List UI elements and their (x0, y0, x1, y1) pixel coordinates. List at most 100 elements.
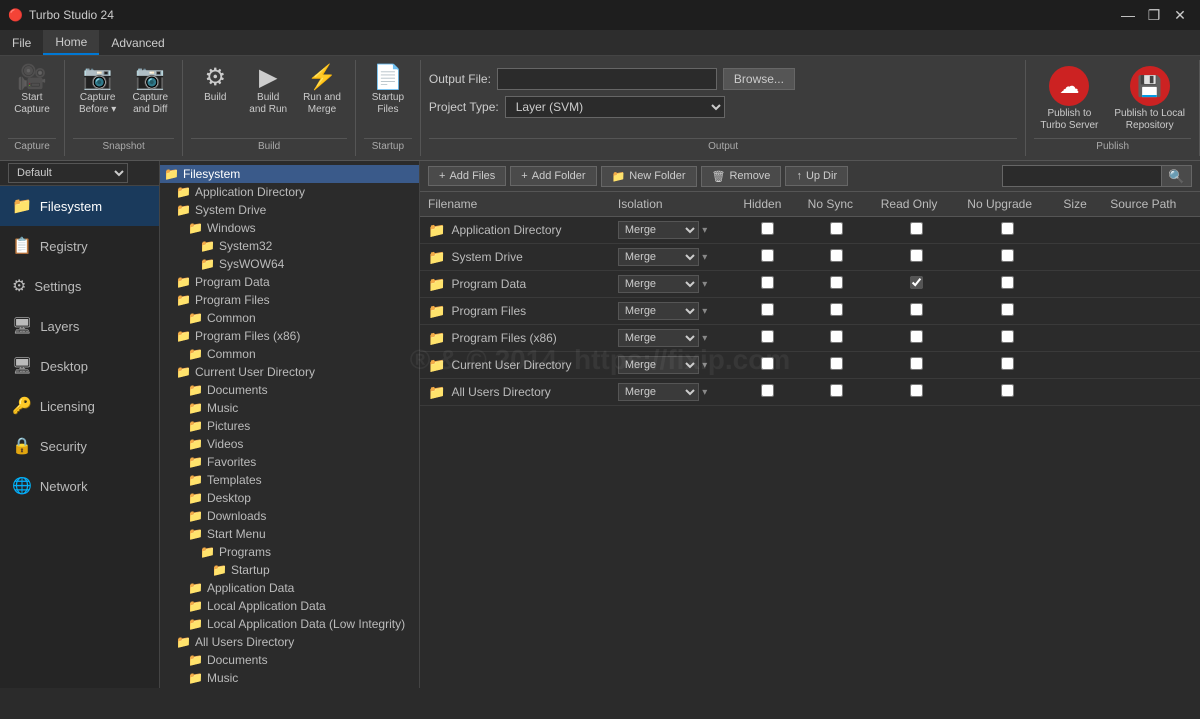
readonly-checkbox[interactable] (910, 222, 923, 235)
tree-item[interactable]: 📁Filesystem (160, 165, 419, 183)
noupgrade-checkbox[interactable] (1001, 249, 1014, 262)
hidden-checkbox[interactable] (761, 303, 774, 316)
isolation-select[interactable]: MergeFullWrite CopyHide (618, 383, 699, 401)
cell-readonly[interactable] (873, 271, 960, 298)
add-files-button[interactable]: + Add Files (428, 166, 506, 186)
nosync-checkbox[interactable] (830, 276, 843, 289)
capture-diff-button[interactable]: 📷 Captureand Diff (126, 62, 174, 120)
search-input[interactable] (1002, 165, 1162, 187)
tree-item[interactable]: 📁Start Menu (160, 525, 419, 543)
readonly-checkbox[interactable] (910, 330, 923, 343)
sidebar-item-settings[interactable]: ⚙ Settings (0, 266, 159, 306)
hidden-checkbox[interactable] (761, 222, 774, 235)
tree-item[interactable]: 📁Application Directory (160, 183, 419, 201)
build-run-button[interactable]: ▶ Buildand Run (243, 62, 293, 120)
profile-select[interactable]: Default (8, 163, 128, 183)
startup-files-button[interactable]: 📄 StartupFiles (364, 62, 412, 120)
isolation-select[interactable]: MergeFullWrite CopyHide (618, 275, 699, 293)
sidebar-item-registry[interactable]: 📋 Registry (0, 226, 159, 266)
cell-isolation[interactable]: MergeFullWrite CopyHide ▾ (610, 352, 735, 379)
build-button[interactable]: ⚙ Build (191, 62, 239, 108)
sidebar-item-filesystem[interactable]: 📁 Filesystem (0, 186, 159, 226)
cell-noupgrade[interactable] (959, 325, 1055, 352)
tree-item[interactable]: 📁Common (160, 345, 419, 363)
tree-item[interactable]: 📁Windows (160, 219, 419, 237)
readonly-checkbox[interactable] (910, 303, 923, 316)
tree-item[interactable]: 📁Desktop (160, 489, 419, 507)
start-capture-button[interactable]: 🎥 StartCapture (8, 62, 56, 120)
sidebar-item-security[interactable]: 🔒 Security (0, 426, 159, 466)
tree-item[interactable]: 📁Pictures (160, 417, 419, 435)
sidebar-item-desktop[interactable]: 🖥 Desktop (0, 346, 159, 386)
noupgrade-checkbox[interactable] (1001, 330, 1014, 343)
readonly-checkbox[interactable] (910, 249, 923, 262)
cell-nosync[interactable] (800, 217, 873, 244)
capture-before-button[interactable]: 📷 CaptureBefore ▾ (73, 62, 122, 120)
tree-item[interactable]: 📁Downloads (160, 507, 419, 525)
cell-isolation[interactable]: MergeFullWrite CopyHide ▾ (610, 325, 735, 352)
menu-file[interactable]: File (0, 30, 43, 55)
cell-hidden[interactable] (735, 271, 799, 298)
tree-item[interactable]: 📁Videos (160, 435, 419, 453)
cell-hidden[interactable] (735, 352, 799, 379)
tree-item[interactable]: 📁All Users Directory (160, 633, 419, 651)
minimize-button[interactable]: — (1116, 5, 1140, 25)
isolation-select[interactable]: MergeFullWrite CopyHide (618, 356, 699, 374)
cell-isolation[interactable]: MergeFullWrite CopyHide ▾ (610, 298, 735, 325)
tree-item[interactable]: 📁Program Data (160, 273, 419, 291)
hidden-checkbox[interactable] (761, 384, 774, 397)
hidden-checkbox[interactable] (761, 249, 774, 262)
tree-item[interactable]: 📁Templates (160, 471, 419, 489)
cell-nosync[interactable] (800, 325, 873, 352)
noupgrade-checkbox[interactable] (1001, 384, 1014, 397)
cell-nosync[interactable] (800, 352, 873, 379)
new-folder-button[interactable]: 📁 New Folder (601, 166, 697, 187)
cell-noupgrade[interactable] (959, 379, 1055, 406)
tree-item[interactable]: 📁System Drive (160, 201, 419, 219)
hidden-checkbox[interactable] (761, 330, 774, 343)
project-type-select[interactable]: Layer (SVM) Application (EXE) Component … (505, 96, 725, 118)
menu-advanced[interactable]: Advanced (99, 30, 176, 55)
nosync-checkbox[interactable] (830, 249, 843, 262)
cell-readonly[interactable] (873, 352, 960, 379)
isolation-select[interactable]: MergeFullWrite CopyHide (618, 302, 699, 320)
cell-nosync[interactable] (800, 379, 873, 406)
isolation-select[interactable]: MergeFullWrite CopyHide (618, 221, 699, 239)
tree-item[interactable]: 📁Startup (160, 561, 419, 579)
cell-hidden[interactable] (735, 325, 799, 352)
hidden-checkbox[interactable] (761, 357, 774, 370)
tree-item[interactable]: 📁Pictures (160, 687, 419, 688)
cell-noupgrade[interactable] (959, 244, 1055, 271)
cell-readonly[interactable] (873, 379, 960, 406)
cell-noupgrade[interactable] (959, 217, 1055, 244)
readonly-checkbox[interactable] (910, 357, 923, 370)
tree-item[interactable]: 📁Music (160, 669, 419, 687)
cell-nosync[interactable] (800, 298, 873, 325)
cell-hidden[interactable] (735, 379, 799, 406)
tree-item[interactable]: 📁Local Application Data (Low Integrity) (160, 615, 419, 633)
cell-readonly[interactable] (873, 217, 960, 244)
search-button[interactable]: 🔍 (1162, 165, 1192, 187)
tree-item[interactable]: 📁Documents (160, 651, 419, 669)
tree-item[interactable]: 📁Favorites (160, 453, 419, 471)
sidebar-item-network[interactable]: 🌐 Network (0, 466, 159, 506)
tree-item[interactable]: 📁Music (160, 399, 419, 417)
cell-noupgrade[interactable] (959, 298, 1055, 325)
maximize-button[interactable]: ❐ (1142, 5, 1166, 25)
cell-isolation[interactable]: MergeFullWrite CopyHide ▾ (610, 379, 735, 406)
cell-isolation[interactable]: MergeFullWrite CopyHide ▾ (610, 271, 735, 298)
isolation-select[interactable]: MergeFullWrite CopyHide (618, 329, 699, 347)
add-folder-button[interactable]: + Add Folder (510, 166, 596, 186)
cell-readonly[interactable] (873, 298, 960, 325)
noupgrade-checkbox[interactable] (1001, 222, 1014, 235)
cell-noupgrade[interactable] (959, 271, 1055, 298)
tree-item[interactable]: 📁Program Files (160, 291, 419, 309)
readonly-checkbox[interactable] (910, 276, 923, 289)
cell-readonly[interactable] (873, 325, 960, 352)
sidebar-item-licensing[interactable]: 🔑 Licensing (0, 386, 159, 426)
output-file-input[interactable] (497, 68, 717, 90)
close-button[interactable]: ✕ (1168, 5, 1192, 25)
cell-readonly[interactable] (873, 244, 960, 271)
tree-item[interactable]: 📁Common (160, 309, 419, 327)
cell-isolation[interactable]: MergeFullWrite CopyHide ▾ (610, 244, 735, 271)
